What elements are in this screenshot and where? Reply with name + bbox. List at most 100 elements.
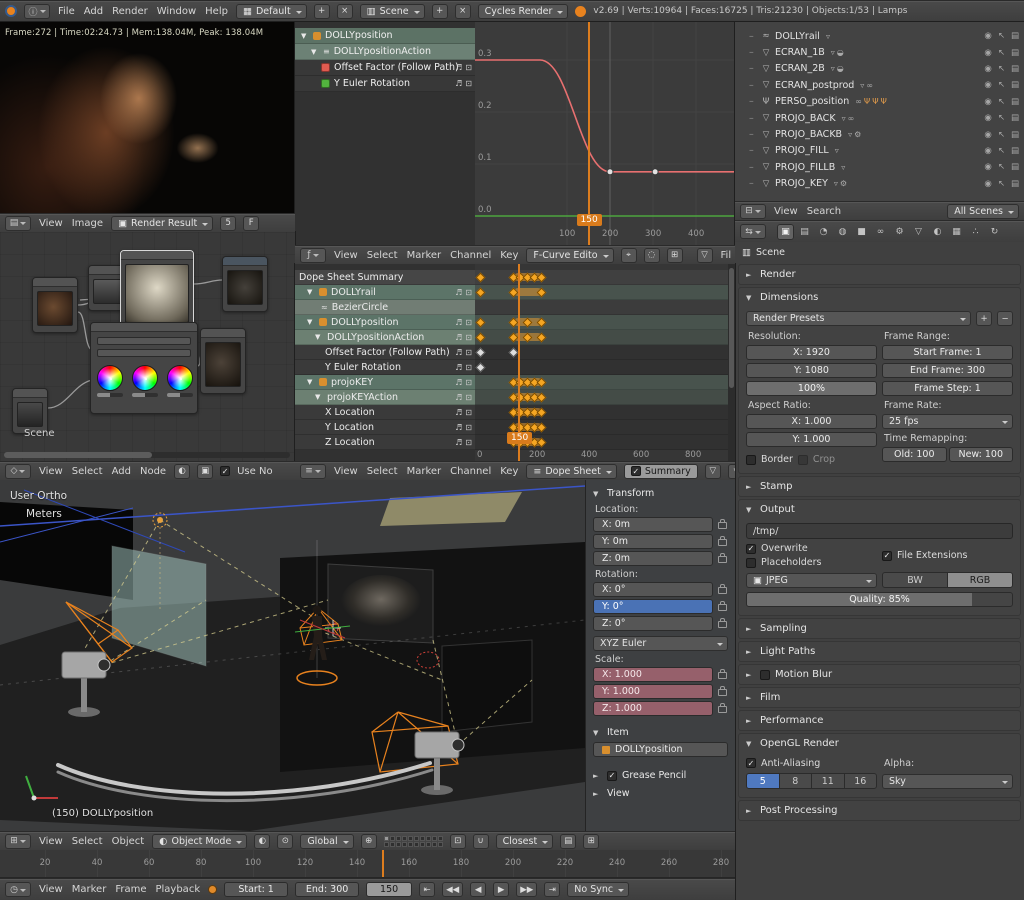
- graph-channel[interactable]: ▼DOLLYposition: [295, 28, 475, 44]
- record-button[interactable]: [208, 885, 217, 894]
- restrict-render-icon[interactable]: ▤: [1011, 48, 1019, 58]
- layer-toggle[interactable]: [420, 842, 425, 847]
- menu-window[interactable]: Window: [156, 6, 197, 17]
- dope-channel[interactable]: Y Location♬⊡: [295, 420, 475, 435]
- current-frame-line[interactable]: [382, 850, 384, 877]
- wheel-slider[interactable]: [97, 393, 123, 397]
- graph-menu-select[interactable]: Select: [366, 250, 399, 261]
- start-frame-field[interactable]: Start: 1: [224, 882, 288, 897]
- graph-channel[interactable]: ▼≡DOLLYpositionAction: [295, 44, 475, 60]
- layer-toggle[interactable]: [420, 836, 425, 841]
- close-scene-button[interactable]: ×: [455, 4, 471, 19]
- tab-object-data[interactable]: ▽: [910, 224, 927, 240]
- tab-render-layers[interactable]: ▤: [796, 224, 813, 240]
- restrict-render-icon[interactable]: ▤: [1011, 64, 1019, 74]
- add-preset-button[interactable]: +: [976, 311, 992, 326]
- aa-samples-16-button[interactable]: 16: [844, 773, 878, 789]
- expand-icon[interactable]: ▼: [301, 32, 309, 40]
- add-scene-button[interactable]: +: [432, 4, 448, 19]
- editor-type-dope-icon[interactable]: ≡: [300, 464, 326, 479]
- layer-toggle[interactable]: [384, 836, 389, 841]
- restrict-view-icon[interactable]: ◉: [984, 80, 991, 90]
- image-datablock-selector[interactable]: ▣Render Result: [111, 216, 213, 231]
- vp-menu-select[interactable]: Select: [71, 836, 104, 847]
- remap-old-field[interactable]: Old: 100: [882, 447, 947, 462]
- restrict-view-icon[interactable]: ◉: [984, 162, 991, 172]
- dope-channel[interactable]: Y Euler Rotation♬⊡: [295, 360, 475, 375]
- transform-panel-header[interactable]: ▼Transform: [593, 485, 728, 501]
- node-menu-select[interactable]: Select: [71, 466, 104, 477]
- timeline-ruler[interactable]: 20406080100120140160180200220240260280: [0, 850, 735, 878]
- outliner-item[interactable]: –▽PROJO_FILLB▿◉↖▤: [735, 159, 1024, 175]
- resolution-x-field[interactable]: X: 1920: [746, 345, 877, 360]
- tab-constraints[interactable]: ∞: [872, 224, 889, 240]
- output-path-field[interactable]: /tmp/: [746, 523, 1013, 539]
- tab-modifiers[interactable]: ⚙: [891, 224, 908, 240]
- wheel-slider[interactable]: [132, 393, 158, 397]
- item-panel-header[interactable]: ▼Item: [593, 724, 728, 740]
- panel-output-header[interactable]: ▼ Output: [739, 500, 1020, 519]
- dope-vertical-scrollbar[interactable]: [728, 264, 735, 461]
- color-balance-node[interactable]: [90, 322, 198, 414]
- node[interactable]: [120, 250, 194, 330]
- dope-channel[interactable]: ≈BezierCircle: [295, 300, 475, 315]
- compositing-nodes-icon[interactable]: ▣: [197, 464, 213, 479]
- dope-channel[interactable]: Offset Factor (Follow Path)♬⊡: [295, 345, 475, 360]
- vp-menu-view[interactable]: View: [38, 836, 64, 847]
- dope-menu-select[interactable]: Select: [366, 466, 399, 477]
- layer-toggle[interactable]: [390, 842, 395, 847]
- restrict-select-icon[interactable]: ↖: [998, 146, 1005, 156]
- layer-toggle[interactable]: [432, 836, 437, 841]
- node-field[interactable]: [97, 337, 191, 345]
- location-x-field[interactable]: X: 0m: [593, 517, 713, 532]
- restrict-render-icon[interactable]: ▤: [1011, 179, 1019, 189]
- dope-menu-key[interactable]: Key: [499, 466, 519, 477]
- restrict-view-icon[interactable]: ◉: [984, 130, 991, 140]
- lock-icon[interactable]: ⊡: [465, 378, 472, 387]
- vp-menu-object[interactable]: Object: [111, 836, 146, 847]
- node-menu-node[interactable]: Node: [139, 466, 167, 477]
- expand-icon[interactable]: ▼: [315, 333, 323, 341]
- pivot-point-icon[interactable]: ⊙: [277, 834, 293, 849]
- tab-texture[interactable]: ▦: [948, 224, 965, 240]
- restrict-view-icon[interactable]: ◉: [984, 97, 991, 107]
- node-header[interactable]: [33, 278, 77, 287]
- summary-toggle[interactable]: ✓Summary: [624, 464, 698, 479]
- lock-icon[interactable]: ⊡: [465, 423, 472, 432]
- lock-icon[interactable]: [718, 621, 727, 628]
- restrict-select-icon[interactable]: ↖: [998, 179, 1005, 189]
- shader-nodes-icon[interactable]: ◐: [174, 464, 190, 479]
- wheel-slider[interactable]: [167, 393, 193, 397]
- dope-menu-view[interactable]: View: [333, 466, 359, 477]
- crop-checkbox[interactable]: ✓: [798, 455, 808, 465]
- restrict-view-icon[interactable]: ◉: [984, 179, 991, 189]
- node-horizontal-scrollbar[interactable]: [4, 452, 290, 458]
- keyframe[interactable]: [475, 363, 485, 373]
- dope-keyframe-region[interactable]: 0200400600800150: [475, 264, 728, 461]
- lock-icon[interactable]: ⊡: [465, 318, 472, 327]
- outliner-menu-view[interactable]: View: [773, 206, 799, 217]
- panel-light-paths-header[interactable]: ► Light Paths: [739, 642, 1020, 661]
- graph-menu-key[interactable]: Key: [499, 250, 519, 261]
- next-keyframe-button[interactable]: ▶▶: [516, 882, 537, 897]
- color-wheel[interactable]: [132, 365, 158, 391]
- play-button[interactable]: ▶: [493, 882, 509, 897]
- editor-type-image-icon[interactable]: ▤: [5, 216, 31, 231]
- view-panel-header[interactable]: ►View: [593, 785, 728, 801]
- lock-icon[interactable]: ⊡: [465, 288, 472, 297]
- restrict-select-icon[interactable]: ↖: [998, 31, 1005, 41]
- layer-toggle[interactable]: [426, 836, 431, 841]
- restrict-render-icon[interactable]: ▤: [1011, 162, 1019, 172]
- ghost-curves-icon[interactable]: ◌: [644, 248, 660, 263]
- dope-channel[interactable]: ▼projoKEYAction♬⊡: [295, 390, 475, 405]
- outliner-item[interactable]: –≈DOLLYrail▿◉↖▤: [735, 28, 1024, 44]
- scale-x-field[interactable]: X: 1.000: [593, 667, 713, 682]
- restrict-render-icon[interactable]: ▤: [1011, 130, 1019, 140]
- menu-render[interactable]: Render: [111, 6, 149, 17]
- outliner-item[interactable]: –▽PROJO_KEY▿⚙◉↖▤: [735, 176, 1024, 192]
- mute-speaker-icon[interactable]: ♬: [455, 378, 462, 387]
- restrict-select-icon[interactable]: ↖: [998, 97, 1005, 107]
- resolution-y-field[interactable]: Y: 1080: [746, 363, 877, 378]
- editor-type-outliner-icon[interactable]: ⊟: [740, 204, 766, 219]
- panel-render-header[interactable]: ► Render: [739, 265, 1020, 284]
